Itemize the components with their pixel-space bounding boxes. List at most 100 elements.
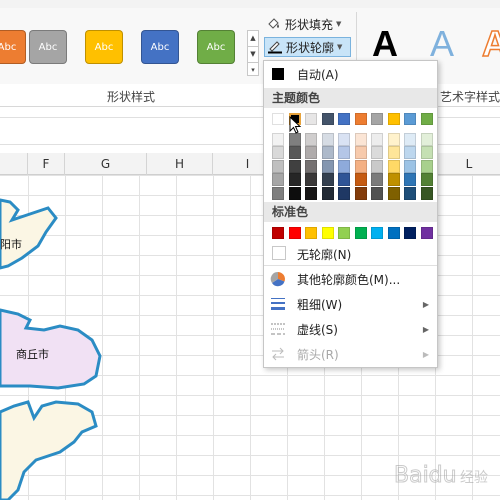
- theme-color-swatch[interactable]: [404, 113, 416, 125]
- theme-color-swatch[interactable]: [354, 146, 367, 159]
- theme-color-swatch[interactable]: [321, 186, 334, 200]
- standard-color-swatch[interactable]: [354, 227, 367, 239]
- theme-color-swatch[interactable]: [321, 173, 334, 186]
- theme-color-swatch[interactable]: [321, 146, 334, 159]
- theme-color-swatch[interactable]: [288, 159, 301, 173]
- menu-item-dashes[interactable]: 虚线(S) ▶: [264, 318, 437, 340]
- theme-color-swatch[interactable]: [338, 173, 350, 186]
- theme-color-swatch[interactable]: [305, 186, 317, 200]
- gallery-more-icon[interactable]: ▾: [248, 63, 258, 78]
- theme-color-swatch[interactable]: [404, 132, 416, 146]
- standard-color-swatch[interactable]: [321, 227, 334, 239]
- menu-item-weight[interactable]: 粗细(W) ▶: [264, 293, 437, 315]
- wordart-style-black[interactable]: A: [372, 24, 398, 64]
- theme-color-swatch[interactable]: [387, 113, 400, 125]
- theme-color-swatch[interactable]: [272, 113, 284, 125]
- wordart-style-orange-outline[interactable]: A: [481, 23, 500, 65]
- theme-color-swatch[interactable]: [404, 186, 416, 200]
- mouse-cursor-icon: [289, 115, 303, 136]
- shape-outline-menu: 自动(A) 主题颜色 标准色 无轮廓(N) 其他轮廓颜色(M)... 粗细(W)…: [263, 60, 438, 368]
- theme-color-swatch[interactable]: [272, 173, 284, 186]
- theme-color-swatch[interactable]: [420, 113, 433, 125]
- shape-style-blue[interactable]: Abc: [141, 30, 179, 64]
- theme-color-swatch[interactable]: [387, 173, 400, 186]
- standard-color-swatch[interactable]: [387, 227, 400, 239]
- theme-color-swatch[interactable]: [288, 186, 301, 200]
- theme-color-swatch[interactable]: [371, 186, 383, 200]
- theme-color-swatch[interactable]: [420, 159, 433, 173]
- theme-color-swatch[interactable]: [387, 132, 400, 146]
- shape-style-gray[interactable]: Abc: [29, 30, 67, 64]
- theme-color-swatch[interactable]: [371, 159, 383, 173]
- style-gallery-scroll[interactable]: ▲ ▼ ▾: [247, 30, 259, 76]
- theme-color-swatch[interactable]: [404, 146, 416, 159]
- shape-fill-button[interactable]: 形状填充 ▼: [266, 14, 341, 34]
- theme-color-swatch[interactable]: [371, 173, 383, 186]
- gallery-down-icon[interactable]: ▼: [248, 47, 258, 63]
- theme-color-swatch[interactable]: [272, 132, 284, 146]
- automatic-color-swatch: [272, 68, 284, 80]
- theme-color-swatch[interactable]: [272, 159, 284, 173]
- theme-color-swatch[interactable]: [321, 159, 334, 173]
- shape-outline-button[interactable]: 形状轮廓 ▼: [264, 37, 351, 57]
- shape-style-orange[interactable]: Abc: [0, 30, 26, 64]
- standard-color-swatch[interactable]: [288, 227, 301, 239]
- menu-item-arrows[interactable]: 箭头(R) ▶: [264, 343, 437, 365]
- standard-color-swatch[interactable]: [272, 227, 284, 239]
- theme-color-swatch[interactable]: [420, 186, 433, 200]
- theme-color-swatch[interactable]: [272, 186, 284, 200]
- theme-color-swatch[interactable]: [321, 113, 334, 125]
- column-header-l[interactable]: L: [438, 153, 500, 175]
- theme-color-swatch[interactable]: [420, 132, 433, 146]
- menu-item-more-colors[interactable]: 其他轮廓颜色(M)...: [264, 268, 437, 290]
- theme-color-swatch[interactable]: [404, 173, 416, 186]
- standard-color-swatch[interactable]: [371, 227, 383, 239]
- theme-color-swatch[interactable]: [387, 146, 400, 159]
- column-header-g[interactable]: G: [65, 153, 147, 175]
- theme-color-swatch[interactable]: [338, 113, 350, 125]
- theme-color-swatch[interactable]: [354, 113, 367, 125]
- theme-color-swatch[interactable]: [305, 132, 317, 146]
- svg-text:经验: 经验: [460, 470, 488, 486]
- column-header-h[interactable]: H: [147, 153, 213, 175]
- standard-color-swatch[interactable]: [338, 227, 350, 239]
- shape-style-gold[interactable]: Abc: [85, 30, 123, 64]
- theme-color-swatch[interactable]: [371, 132, 383, 146]
- theme-color-swatch[interactable]: [387, 159, 400, 173]
- column-header-f[interactable]: F: [28, 153, 65, 175]
- theme-color-swatch[interactable]: [420, 173, 433, 186]
- theme-color-swatch[interactable]: [404, 159, 416, 173]
- theme-color-swatch[interactable]: [321, 132, 334, 146]
- gallery-up-icon[interactable]: ▲: [248, 31, 258, 47]
- shape-style-green[interactable]: Abc: [197, 30, 235, 64]
- theme-color-swatch[interactable]: [354, 159, 367, 173]
- theme-color-swatch[interactable]: [288, 146, 301, 159]
- theme-color-swatch[interactable]: [305, 113, 317, 125]
- theme-color-swatch[interactable]: [305, 159, 317, 173]
- theme-color-swatch[interactable]: [272, 146, 284, 159]
- theme-color-swatch[interactable]: [354, 186, 367, 200]
- menu-item-no-outline[interactable]: 无轮廓(N): [264, 243, 437, 265]
- theme-color-swatch[interactable]: [338, 146, 350, 159]
- paint-bucket-icon: [266, 15, 282, 34]
- theme-color-swatch[interactable]: [338, 132, 350, 146]
- theme-color-swatch[interactable]: [371, 113, 383, 125]
- theme-color-swatch[interactable]: [420, 146, 433, 159]
- standard-color-swatch[interactable]: [420, 227, 433, 239]
- map-shapes[interactable]: 阳市 商丘市: [0, 180, 140, 502]
- theme-color-swatch[interactable]: [354, 173, 367, 186]
- menu-item-automatic[interactable]: 自动(A): [264, 63, 437, 85]
- theme-color-swatch[interactable]: [338, 159, 350, 173]
- theme-color-swatch[interactable]: [371, 146, 383, 159]
- standard-color-swatch[interactable]: [305, 227, 317, 239]
- standard-color-swatch[interactable]: [404, 227, 416, 239]
- theme-color-swatch[interactable]: [288, 173, 301, 186]
- theme-color-swatch[interactable]: [387, 186, 400, 200]
- map-region-south: [0, 400, 98, 502]
- theme-color-swatch[interactable]: [354, 132, 367, 146]
- theme-color-swatch[interactable]: [338, 186, 350, 200]
- theme-color-swatch[interactable]: [305, 173, 317, 186]
- group-label-wordart-styles: 艺术字样式: [440, 90, 500, 104]
- wordart-style-blue[interactable]: A: [430, 24, 454, 64]
- theme-color-swatch[interactable]: [305, 146, 317, 159]
